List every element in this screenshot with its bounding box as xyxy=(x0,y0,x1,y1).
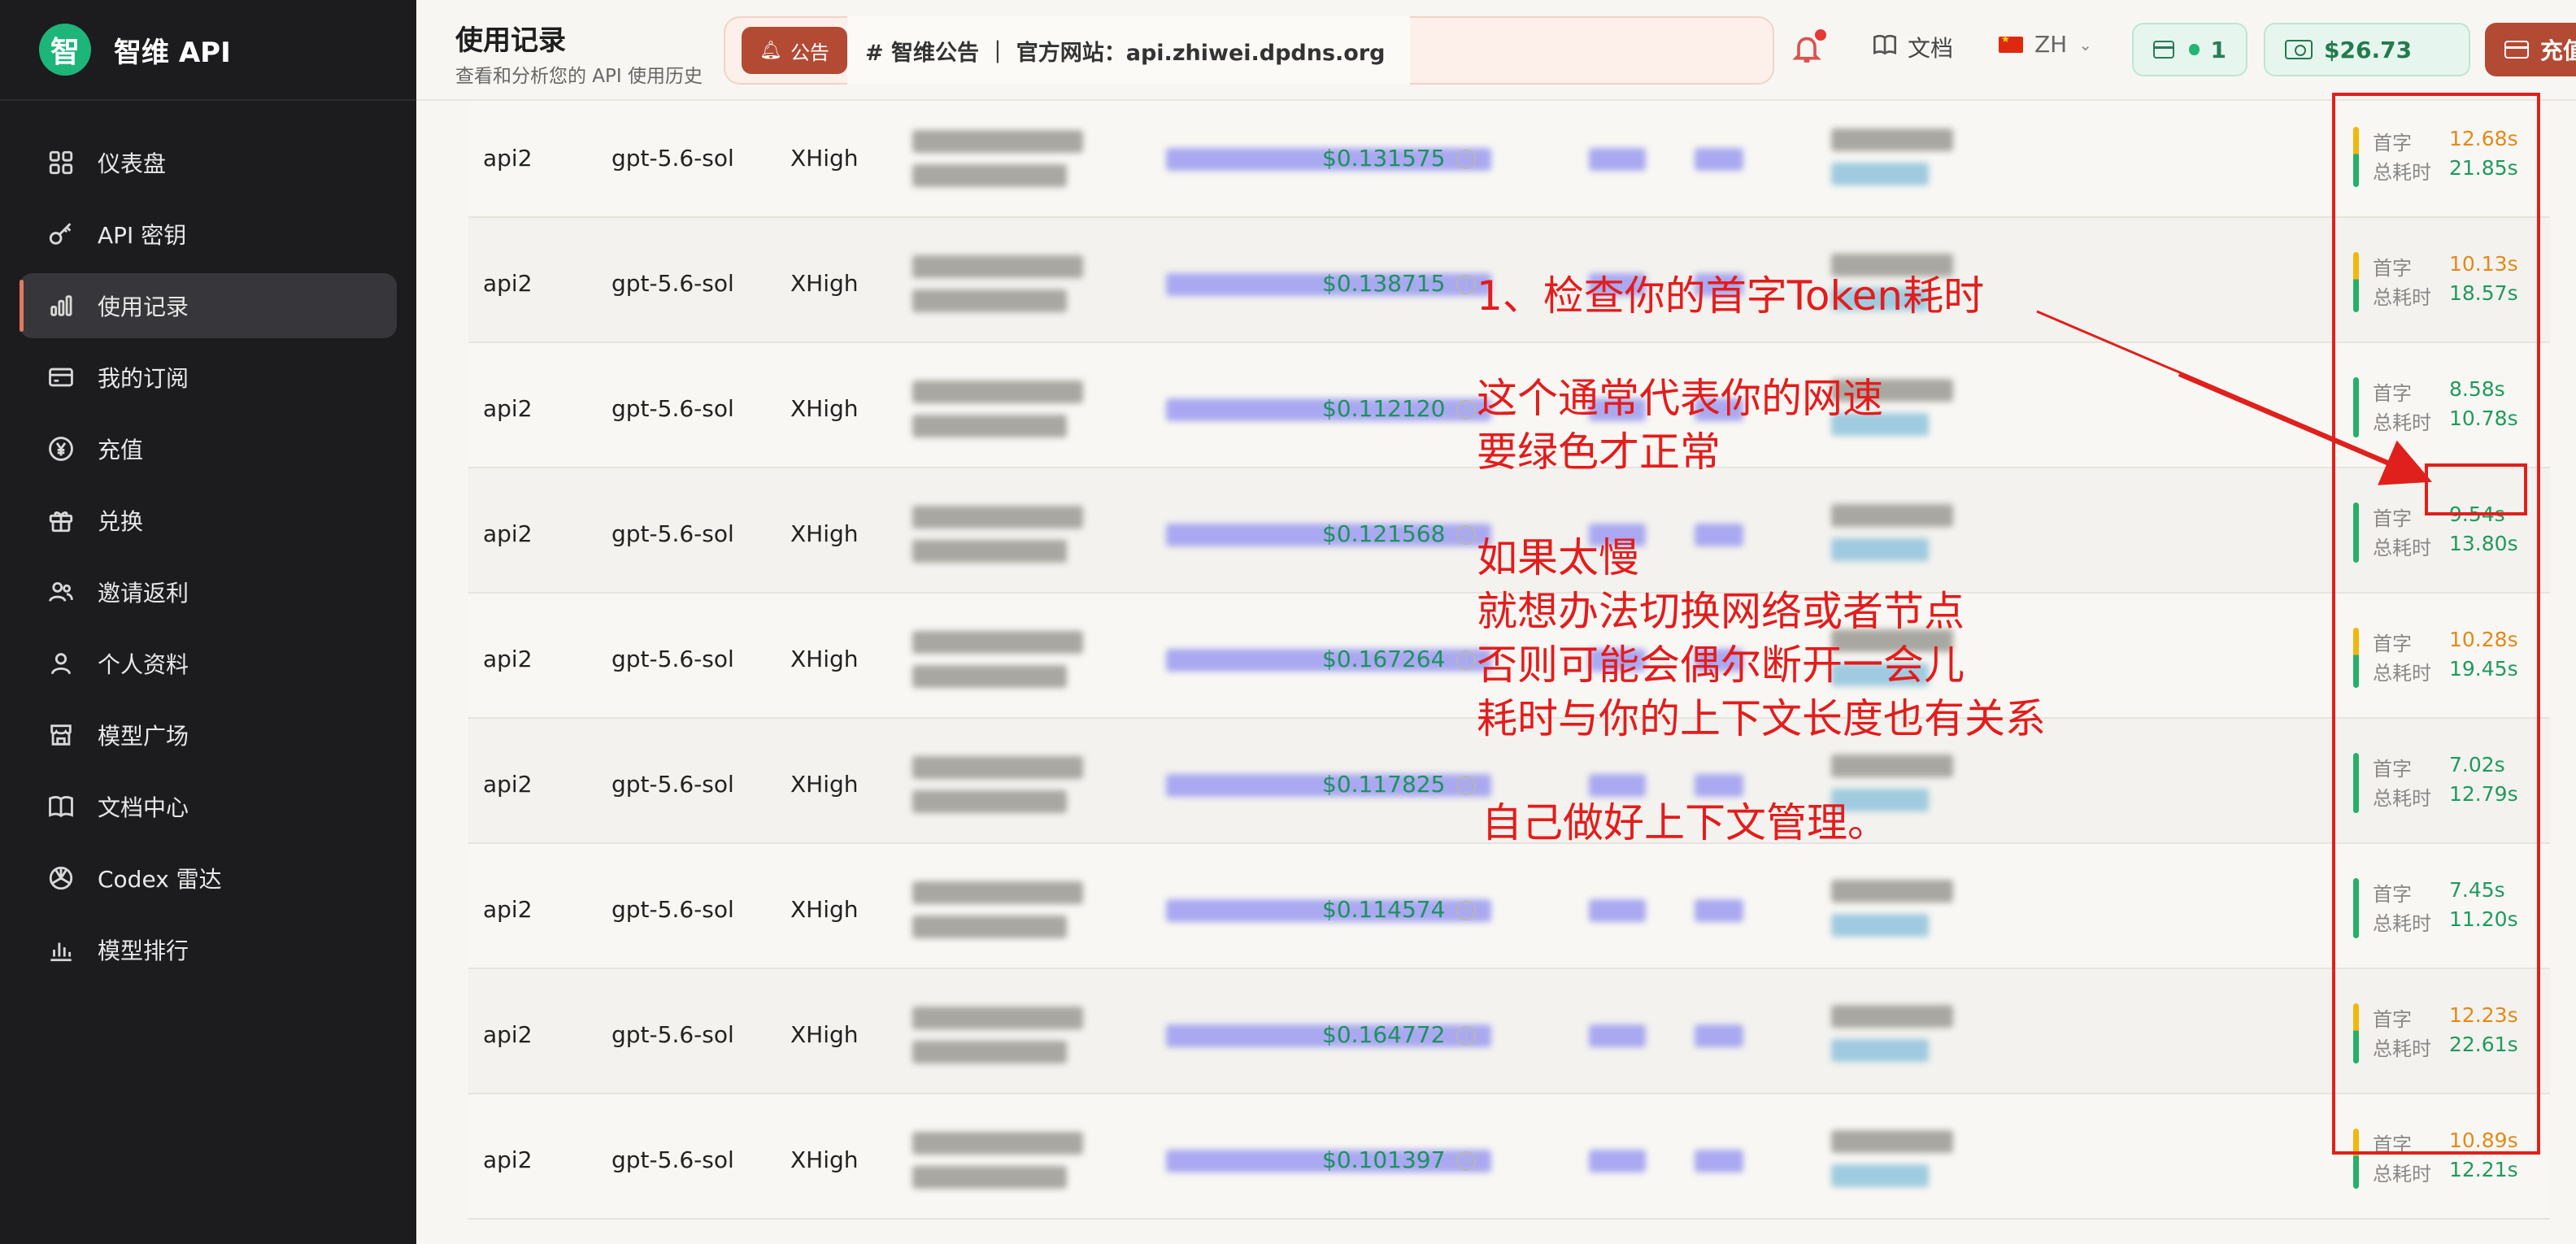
annotation-line-8: 自己做好上下文管理。 xyxy=(1482,799,1888,846)
annotation-line-1: 1、检查你的首字Token耗时 xyxy=(1477,272,1985,320)
annotation-arrow xyxy=(2036,310,2433,485)
annotation-line-5: 就想办法切换网络或者节点 xyxy=(1477,588,1965,635)
annotation-line-2: 这个通常代表你的网速 xyxy=(1477,375,1883,422)
annotation-line-7: 耗时与你的上下文长度也有关系 xyxy=(1477,695,2046,742)
first-token-highlight xyxy=(2425,463,2527,515)
timing-column-highlight xyxy=(2332,93,2540,1155)
annotation-line-4: 如果太慢 xyxy=(1477,534,1639,581)
annotation-line-6: 否则可能会偶尔断开一会儿 xyxy=(1477,642,1965,689)
annotation-line-3: 要绿色才正常 xyxy=(1477,428,1721,476)
